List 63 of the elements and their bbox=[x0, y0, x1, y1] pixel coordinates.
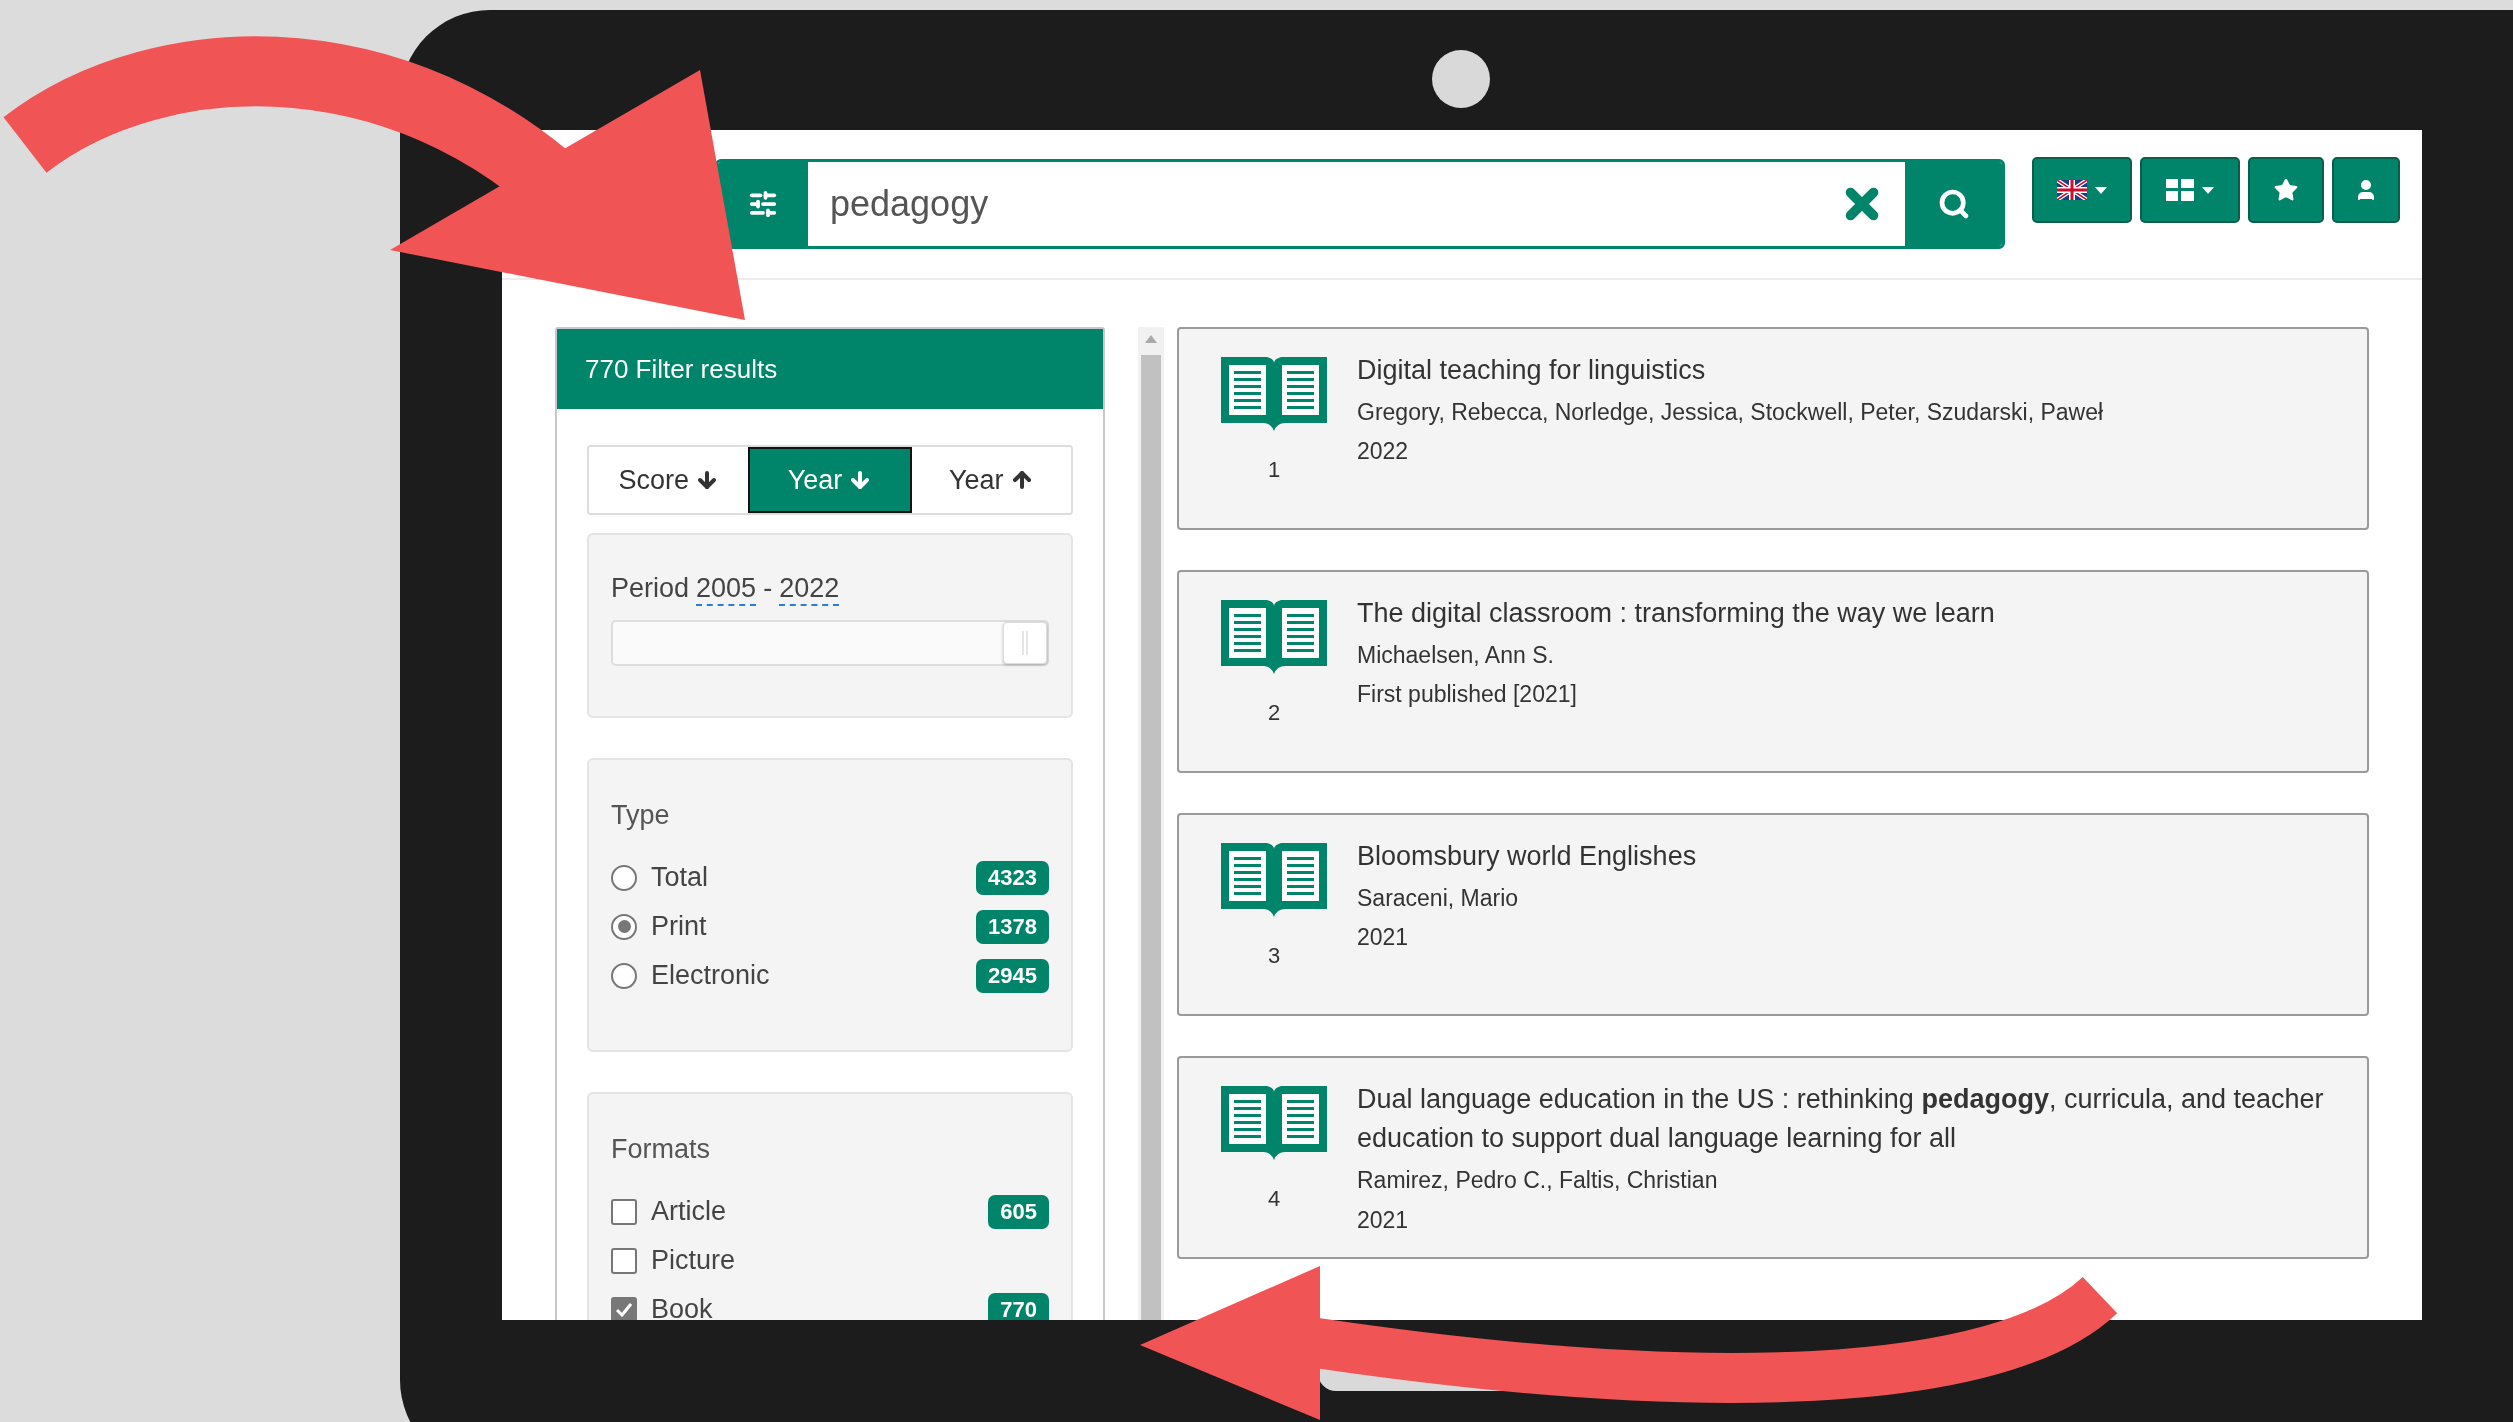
year-link[interactable]: 2005 bbox=[696, 573, 757, 606]
result-number: 1 bbox=[1267, 457, 1281, 483]
grid-icon bbox=[2166, 179, 2194, 201]
option-label: Article bbox=[651, 1196, 727, 1227]
star-icon bbox=[2273, 177, 2299, 203]
count-badge: 4323 bbox=[976, 860, 1049, 895]
caret-icon bbox=[2202, 186, 2214, 194]
result-number: 2 bbox=[1267, 700, 1281, 726]
result-year: 2021 bbox=[1357, 1205, 1410, 1235]
favorites-button[interactable] bbox=[2248, 157, 2324, 223]
result-card[interactable]: 2 The digital classroom : transforming the way we learn Michaelsen, Ann S. First published [2021] bbox=[1177, 570, 2369, 773]
filter-header: 770 Filter results bbox=[557, 329, 1103, 409]
count-badge: 2945 bbox=[976, 958, 1049, 993]
result-card[interactable]: 4 Dual language education in the US : rethinking pedagogy, curricula, and teacher education to support dual language learning for all Ramirez, Pedro C., Faltis, Christian 2021 bbox=[1177, 1056, 2369, 1259]
option-label: Total bbox=[651, 862, 710, 893]
separator: - bbox=[763, 573, 773, 605]
caret-icon bbox=[2095, 186, 2107, 194]
option-label: Picture bbox=[651, 1245, 737, 1276]
check-icon bbox=[616, 1302, 632, 1317]
scrollbar-thumb[interactable] bbox=[1141, 355, 1161, 1320]
checkbox[interactable] bbox=[611, 1247, 637, 1274]
result-year: 2022 bbox=[1357, 437, 1410, 467]
option-label: Print bbox=[651, 911, 708, 942]
sliders-icon bbox=[748, 189, 778, 219]
result-card[interactable]: 3 Bloomsbury world Englishes Saraceni, Mario 2021 bbox=[1177, 813, 2369, 1016]
camera-dot bbox=[1432, 50, 1490, 108]
result-authors: Ramirez, Pedro C., Faltis, Christian bbox=[1357, 1166, 1719, 1196]
result-title[interactable]: Bloomsbury world Englishes bbox=[1357, 837, 1697, 877]
period-label: Period bbox=[611, 573, 690, 605]
count-badge: 770 bbox=[988, 1292, 1049, 1320]
radio-button[interactable] bbox=[611, 962, 637, 989]
result-authors: Michaelsen, Ann S. bbox=[1357, 641, 1555, 671]
radio-button[interactable] bbox=[611, 864, 637, 891]
result-year: First published [2021] bbox=[1357, 680, 1578, 710]
result-title[interactable]: The digital classroom : transforming the way we learn bbox=[1357, 594, 1995, 634]
result-title[interactable]: Dual language education in the US : rethinking pedagogy, curricula, and teacher education to support dual language learning for all bbox=[1357, 1080, 2347, 1159]
checkbox[interactable] bbox=[611, 1198, 637, 1225]
count-badge: 605 bbox=[988, 1194, 1049, 1229]
radio-button[interactable] bbox=[611, 913, 637, 940]
result-number: 4 bbox=[1267, 1186, 1281, 1212]
search-button[interactable] bbox=[1905, 162, 2002, 246]
count-badge: 1378 bbox=[976, 909, 1049, 944]
flag-icon bbox=[2057, 180, 2087, 200]
search-icon bbox=[1937, 188, 1970, 220]
result-card[interactable]: 1 Digital teaching for linguistics Gregory, Rebecca, Norledge, Jessica, Stockwell, Peter, Szudarski, Paweł 2022 bbox=[1177, 327, 2369, 530]
language-dropdown[interactable] bbox=[2032, 157, 2132, 223]
year-link[interactable]: 2022 bbox=[779, 573, 840, 606]
result-title[interactable]: Digital teaching for linguistics bbox=[1357, 351, 2104, 391]
result-year: 2021 bbox=[1357, 923, 1410, 953]
view-dropdown[interactable] bbox=[2140, 157, 2240, 223]
account-button[interactable] bbox=[2332, 157, 2400, 223]
panel-title: Formats bbox=[611, 1134, 711, 1165]
panel-title: Type bbox=[611, 800, 671, 831]
checkbox[interactable] bbox=[611, 1296, 637, 1320]
result-authors: Saraceni, Mario bbox=[1357, 884, 1520, 914]
sort-button[interactable]: Year bbox=[748, 447, 912, 513]
result-authors: Gregory, Rebecca, Norledge, Jessica, Stockwell, Peter, Szudarski, Paweł bbox=[1357, 398, 2104, 428]
slider-track[interactable] bbox=[611, 620, 1049, 666]
filter-button[interactable] bbox=[718, 162, 808, 246]
slider-thumb[interactable] bbox=[1003, 622, 1047, 664]
option-label: Book bbox=[651, 1294, 714, 1320]
option-label: Electronic bbox=[651, 960, 771, 991]
result-number: 3 bbox=[1267, 943, 1281, 969]
